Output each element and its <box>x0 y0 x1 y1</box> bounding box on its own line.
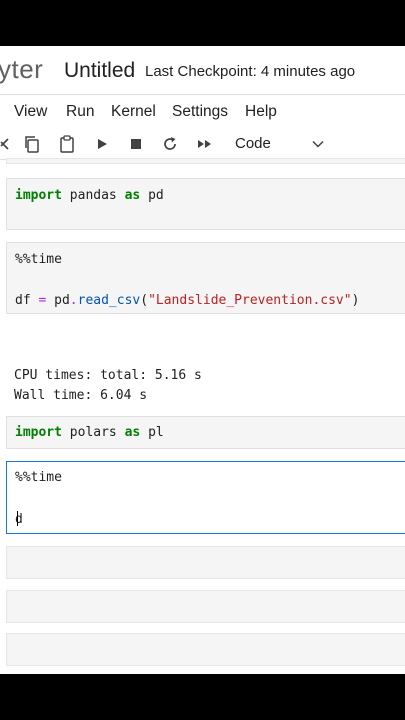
code-token: ) <box>351 293 360 308</box>
cell-type-select[interactable]: Code <box>235 135 271 152</box>
code-line[interactable]: %%time <box>15 470 62 485</box>
menu-help[interactable]: Help <box>245 103 277 121</box>
module-name: pandas <box>61 188 125 203</box>
menu-run[interactable]: Run <box>66 103 94 121</box>
code-token: read_csv <box>77 293 141 308</box>
code-token: pd <box>46 293 70 308</box>
keyword: import <box>15 188 62 203</box>
cell-output-line: Wall time: 6.04 s <box>14 388 148 403</box>
cell-output-line: CPU times: total: 5.16 s <box>14 368 202 383</box>
keyword: import <box>15 425 62 440</box>
code-cell-import-pandas[interactable]: import pandas as pd <box>6 178 405 230</box>
header: yter Untitled Last Checkpoint: 4 minutes… <box>0 46 405 94</box>
keyword: as <box>124 188 141 203</box>
menu-kernel[interactable]: Kernel <box>111 103 156 121</box>
code-token: "Landslide_Prevention.csv" <box>148 293 352 308</box>
alias-name: pd <box>140 188 164 203</box>
code-line[interactable]: df = pd.read_csv("Landslide_Prevention.c… <box>15 293 359 308</box>
code-token: . <box>69 293 78 308</box>
code-line[interactable]: import pandas as pd <box>15 188 164 203</box>
empty-cell[interactable] <box>6 633 405 666</box>
code-cell-import-polars[interactable]: import polars as pl <box>6 416 405 449</box>
notebook-area: import pandas as pd %%time df = pd.read_… <box>0 158 405 674</box>
empty-cell[interactable] <box>6 546 405 579</box>
chevron-down-icon[interactable] <box>311 137 325 151</box>
menu-view[interactable]: View <box>14 103 47 121</box>
text-cursor <box>16 511 18 526</box>
keyword: as <box>124 425 141 440</box>
code-cell-active[interactable]: %%time d <box>6 461 405 534</box>
restart-icon[interactable] <box>160 134 180 154</box>
code-line[interactable]: %%time <box>15 252 62 267</box>
notebook-cell[interactable] <box>6 158 405 164</box>
code-line-editing[interactable]: d <box>15 511 23 527</box>
jupyter-logo[interactable]: yter <box>0 54 43 85</box>
alias-name: pl <box>140 425 164 440</box>
code-token: df <box>15 293 39 308</box>
menu-settings[interactable]: Settings <box>172 103 228 121</box>
empty-cell[interactable] <box>6 590 405 623</box>
cut-icon[interactable] <box>0 134 14 154</box>
code-line[interactable]: import polars as pl <box>15 425 164 440</box>
run-icon[interactable] <box>92 134 112 154</box>
module-name: polars <box>61 425 125 440</box>
notebook-toolbar: Code <box>0 129 405 160</box>
code-token: ( <box>140 293 149 308</box>
paste-icon[interactable] <box>57 134 77 154</box>
notebook-title[interactable]: Untitled <box>64 59 135 83</box>
jupyter-window: yter Untitled Last Checkpoint: 4 minutes… <box>0 46 405 674</box>
menu-bar: View Run Kernel Settings Help <box>0 94 405 130</box>
stop-icon[interactable] <box>126 134 146 154</box>
copy-icon[interactable] <box>22 134 42 154</box>
code-cell-read-csv[interactable]: %%time df = pd.read_csv("Landslide_Preve… <box>6 242 405 314</box>
checkpoint-status: Last Checkpoint: 4 minutes ago <box>145 63 356 80</box>
fast-forward-icon[interactable] <box>195 134 215 154</box>
